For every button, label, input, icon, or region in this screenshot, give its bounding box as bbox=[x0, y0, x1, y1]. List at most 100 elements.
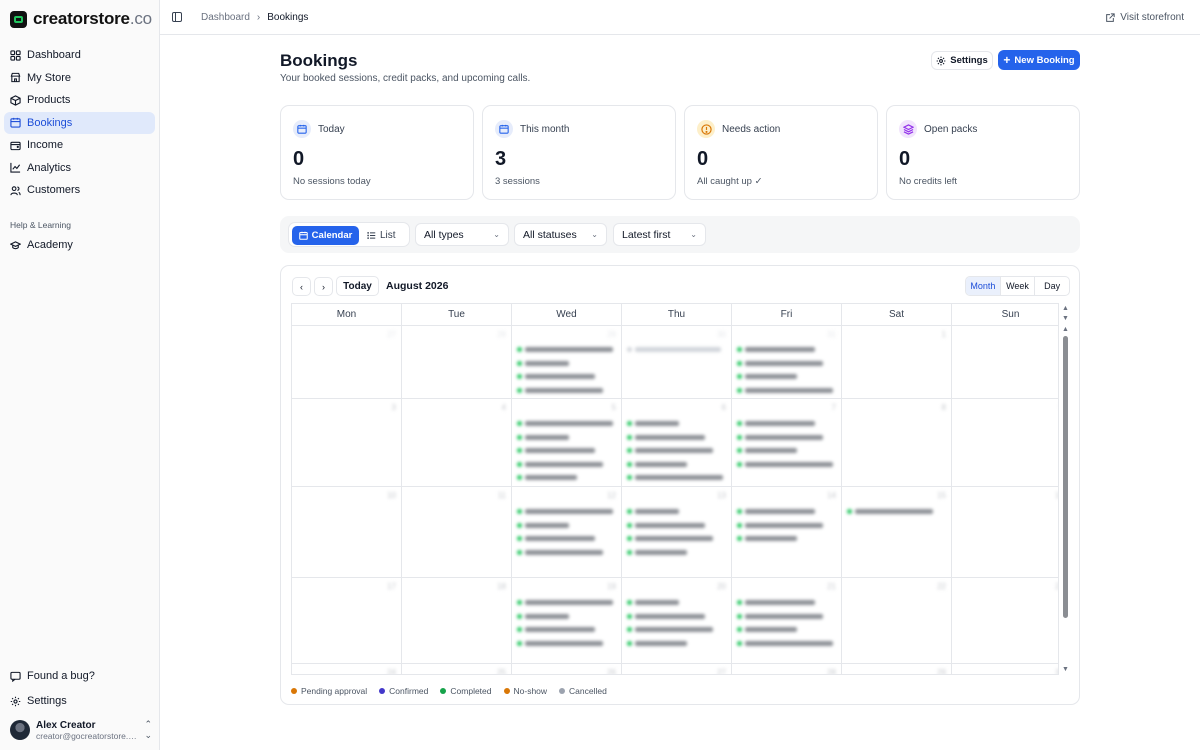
booking-event[interactable] bbox=[517, 534, 595, 543]
sidebar-item-report-bug[interactable]: Found a bug? bbox=[4, 664, 155, 688]
sidebar-item-dashboard[interactable]: Dashboard bbox=[4, 44, 155, 67]
sidebar-item-products[interactable]: Products bbox=[4, 89, 155, 112]
week-view-button[interactable]: Week bbox=[1001, 277, 1036, 295]
calendar-day-cell[interactable]: 23 bbox=[952, 578, 1058, 664]
booking-event[interactable] bbox=[517, 433, 569, 442]
booking-event[interactable] bbox=[627, 639, 687, 648]
booking-event[interactable] bbox=[517, 639, 603, 648]
sidebar-item-analytics[interactable]: Analytics bbox=[4, 157, 155, 180]
calendar-day-cell[interactable]: 18 bbox=[402, 578, 512, 664]
calendar-day-cell[interactable]: 14 bbox=[732, 487, 842, 578]
booking-event[interactable] bbox=[627, 598, 679, 607]
booking-event[interactable] bbox=[517, 419, 613, 428]
calendar-day-cell[interactable]: 27 bbox=[622, 664, 732, 674]
booking-event[interactable] bbox=[627, 433, 705, 442]
sidebar-toggle-icon[interactable] bbox=[172, 12, 182, 22]
booking-event[interactable] bbox=[517, 625, 595, 634]
booking-event[interactable] bbox=[737, 521, 823, 530]
calendar-day-cell[interactable]: 29 bbox=[512, 326, 622, 399]
calendar-view-button[interactable]: Calendar bbox=[292, 226, 359, 245]
calendar-day-cell[interactable]: 28 bbox=[402, 326, 512, 399]
calendar-day-cell[interactable]: 31 bbox=[732, 326, 842, 399]
sidebar-item-settings[interactable]: Settings bbox=[4, 689, 155, 713]
booking-event[interactable] bbox=[737, 639, 833, 648]
prev-month-button[interactable]: ‹ bbox=[292, 277, 311, 296]
sidebar-item-my-store[interactable]: My Store bbox=[4, 67, 155, 90]
booking-event[interactable] bbox=[737, 386, 833, 395]
calendar-day-cell[interactable]: 28 bbox=[732, 664, 842, 674]
status-filter-select[interactable]: All statuses ⌄ bbox=[514, 223, 607, 246]
booking-event[interactable] bbox=[627, 446, 713, 455]
list-view-button[interactable]: List bbox=[367, 226, 407, 245]
breadcrumb-dashboard[interactable]: Dashboard bbox=[201, 12, 250, 23]
calendar-day-cell[interactable]: 17 bbox=[292, 578, 402, 664]
booking-event[interactable] bbox=[517, 507, 613, 516]
scroll-up-icon[interactable]: ▲ bbox=[1062, 326, 1069, 333]
scroll-thumb[interactable] bbox=[1063, 336, 1068, 618]
calendar-day-cell[interactable]: 2 bbox=[952, 326, 1058, 399]
calendar-day-cell[interactable]: 5 bbox=[512, 399, 622, 487]
booking-event[interactable] bbox=[627, 345, 721, 354]
day-view-button[interactable]: Day bbox=[1035, 277, 1069, 295]
new-booking-button[interactable]: + New Booking bbox=[998, 50, 1080, 70]
scroll-up-icon[interactable]: ▲ bbox=[1062, 305, 1069, 312]
calendar-day-cell[interactable]: 13 bbox=[622, 487, 732, 578]
calendar-day-cell[interactable]: 10 bbox=[292, 487, 402, 578]
calendar-day-cell[interactable]: 3 bbox=[292, 399, 402, 487]
booking-event[interactable] bbox=[517, 460, 603, 469]
booking-event[interactable] bbox=[627, 473, 723, 482]
booking-event[interactable] bbox=[737, 460, 833, 469]
calendar-day-cell[interactable]: 7 bbox=[732, 399, 842, 487]
booking-event[interactable] bbox=[737, 598, 815, 607]
booking-event[interactable] bbox=[627, 612, 705, 621]
sidebar-item-bookings[interactable]: Bookings bbox=[4, 111, 155, 134]
booking-event[interactable] bbox=[737, 433, 823, 442]
calendar-scrollbar[interactable]: ▲ ▼ ▲ ▼ bbox=[1062, 303, 1070, 675]
booking-event[interactable] bbox=[517, 548, 603, 557]
calendar-day-cell[interactable]: 22 bbox=[842, 578, 952, 664]
calendar-day-cell[interactable]: 9 bbox=[952, 399, 1058, 487]
booking-event[interactable] bbox=[517, 359, 569, 368]
booking-event[interactable] bbox=[517, 386, 603, 395]
calendar-day-cell[interactable]: 16 bbox=[952, 487, 1058, 578]
calendar-day-cell[interactable]: 11 bbox=[402, 487, 512, 578]
sidebar-item-customers[interactable]: Customers bbox=[4, 179, 155, 202]
calendar-day-cell[interactable]: 6 bbox=[622, 399, 732, 487]
calendar-day-cell[interactable]: 1 bbox=[842, 326, 952, 399]
calendar-day-cell[interactable]: 25 bbox=[402, 664, 512, 674]
next-month-button[interactable]: › bbox=[314, 277, 333, 296]
calendar-day-cell[interactable]: 12 bbox=[512, 487, 622, 578]
calendar-day-cell[interactable]: 20 bbox=[622, 578, 732, 664]
booking-event[interactable] bbox=[627, 534, 713, 543]
visit-storefront-link[interactable]: Visit storefront bbox=[1105, 12, 1184, 23]
today-button[interactable]: Today bbox=[336, 276, 379, 296]
booking-event[interactable] bbox=[737, 345, 815, 354]
brand[interactable]: creatorstore.co bbox=[10, 9, 152, 29]
calendar-day-cell[interactable]: 15 bbox=[842, 487, 952, 578]
booking-event[interactable] bbox=[737, 625, 797, 634]
sidebar-item-income[interactable]: Income bbox=[4, 134, 155, 157]
booking-event[interactable] bbox=[627, 460, 687, 469]
type-filter-select[interactable]: All types ⌄ bbox=[415, 223, 509, 246]
settings-button[interactable]: Settings bbox=[931, 51, 993, 70]
booking-event[interactable] bbox=[517, 521, 569, 530]
booking-event[interactable] bbox=[627, 625, 713, 634]
calendar-day-cell[interactable]: 26 bbox=[512, 664, 622, 674]
calendar-day-cell[interactable]: 4 bbox=[402, 399, 512, 487]
booking-event[interactable] bbox=[737, 446, 797, 455]
calendar-day-cell[interactable]: 29 bbox=[842, 664, 952, 674]
booking-event[interactable] bbox=[737, 612, 823, 621]
calendar-day-cell[interactable]: 30 bbox=[952, 664, 1058, 674]
booking-event[interactable] bbox=[517, 612, 569, 621]
booking-event[interactable] bbox=[737, 359, 823, 368]
user-menu[interactable]: Alex Creator creator@gocreatorstore.c...… bbox=[10, 719, 152, 741]
booking-event[interactable] bbox=[847, 507, 933, 516]
booking-event[interactable] bbox=[627, 507, 679, 516]
booking-event[interactable] bbox=[517, 372, 595, 381]
calendar-day-cell[interactable]: 19 bbox=[512, 578, 622, 664]
calendar-day-cell[interactable]: 27 bbox=[292, 326, 402, 399]
booking-event[interactable] bbox=[737, 419, 815, 428]
calendar-day-cell[interactable]: 30 bbox=[622, 326, 732, 399]
booking-event[interactable] bbox=[517, 446, 595, 455]
calendar-day-cell[interactable]: 8 bbox=[842, 399, 952, 487]
